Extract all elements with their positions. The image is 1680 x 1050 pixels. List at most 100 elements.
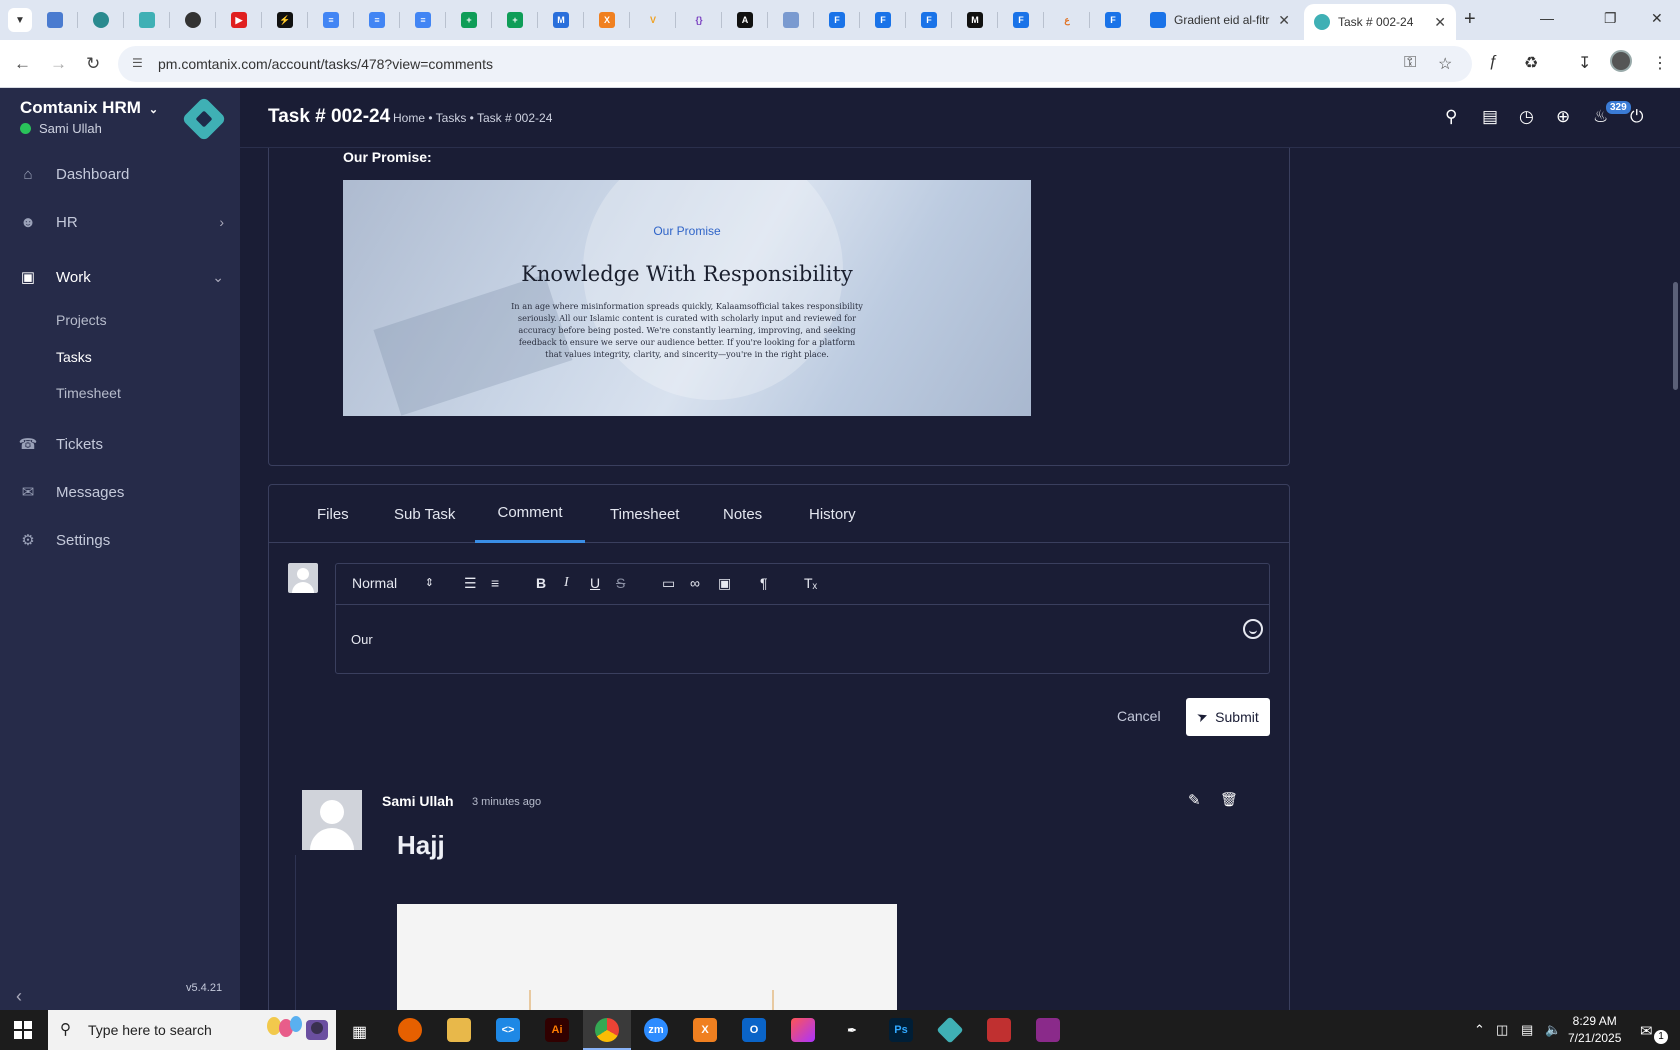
pinned-tab[interactable] — [32, 0, 78, 40]
windows-start-icon[interactable] — [14, 1021, 32, 1039]
pinned-tab[interactable] — [170, 0, 216, 40]
tab-search-button[interactable]: ▼ — [8, 8, 32, 32]
pinned-tab[interactable]: V — [630, 0, 676, 40]
close-window-icon[interactable]: ✕ — [1651, 10, 1663, 27]
pinned-tab[interactable]: X — [584, 0, 630, 40]
vscode-icon[interactable]: <> — [496, 1018, 520, 1042]
blockquote-icon[interactable]: ▭ — [662, 575, 675, 592]
cancel-button[interactable]: Cancel — [1117, 708, 1161, 724]
kebab-menu-icon[interactable]: ⋮ — [1652, 53, 1668, 73]
task-view-icon[interactable]: ▦ — [352, 1022, 367, 1042]
star-icon[interactable]: ☆ — [1438, 54, 1452, 74]
new-tab-icon[interactable]: + — [1464, 8, 1476, 31]
pinned-tab[interactable]: F — [906, 0, 952, 40]
pinned-tab[interactable] — [768, 0, 814, 40]
network-icon[interactable]: ▤ — [1521, 1022, 1533, 1038]
zoom-icon[interactable]: zm — [644, 1018, 668, 1042]
url-input[interactable]: ☰ pm.comtanix.com/account/tasks/478?view… — [118, 46, 1472, 82]
tab-sub-task[interactable]: Sub Task — [394, 485, 455, 543]
browser-tab-active[interactable]: Task # 002-24 ✕ — [1304, 4, 1456, 40]
pinned-tab[interactable]: ▶ — [216, 0, 262, 40]
sidebar-item-tickets[interactable]: ☎ Tickets — [0, 424, 240, 464]
photoshop-icon[interactable]: Ps — [889, 1018, 913, 1042]
pinned-tab[interactable]: {} — [676, 0, 722, 40]
illustrator-icon[interactable]: Ai — [545, 1018, 569, 1042]
edit-icon[interactable]: ✎ — [1188, 791, 1201, 809]
pinned-tab[interactable]: F — [998, 0, 1044, 40]
pinned-tab[interactable]: M — [538, 0, 584, 40]
sticky-note-icon[interactable]: ▤ — [1482, 107, 1498, 127]
forward-icon[interactable]: → — [50, 54, 67, 74]
trash-icon[interactable]: 🗑 — [1220, 791, 1238, 808]
sidebar-subitem-timesheet[interactable]: Timesheet — [56, 385, 121, 401]
close-icon[interactable]: ✕ — [1434, 14, 1446, 31]
file-explorer-icon[interactable] — [447, 1018, 471, 1042]
emoji-icon[interactable] — [1243, 619, 1263, 639]
pinned-tab[interactable] — [78, 0, 124, 40]
page-scrollbar[interactable] — [1671, 148, 1680, 1010]
pinned-tab[interactable]: M — [952, 0, 998, 40]
winrar-icon[interactable] — [1036, 1018, 1060, 1042]
restore-icon[interactable]: ❐ — [1604, 10, 1617, 27]
comment-input[interactable]: Our — [351, 632, 373, 647]
sidebar-item-work[interactable]: ▣ Work ⌄ — [0, 257, 240, 297]
text-direction-icon[interactable]: ¶ — [760, 575, 768, 591]
clock-icon[interactable]: ◷ — [1519, 107, 1534, 127]
sidebar-item-hr[interactable]: ☻ HR › — [0, 202, 240, 242]
pinned-tab[interactable]: + — [446, 0, 492, 40]
sidebar-item-messages[interactable]: ✉ Messages — [0, 472, 240, 512]
strikethrough-icon[interactable]: S — [616, 575, 625, 591]
extensions-icon[interactable]: ♻ — [1524, 53, 1538, 73]
brand-switcher[interactable]: Comtanix HRM ⌄ — [20, 98, 158, 118]
outlook-icon[interactable]: O — [742, 1018, 766, 1042]
link-icon[interactable]: ∞ — [690, 575, 700, 591]
pinned-tab[interactable]: + — [492, 0, 538, 40]
tab-timesheet[interactable]: Timesheet — [610, 485, 679, 543]
bullet-list-icon[interactable]: ≡ — [491, 575, 499, 591]
xampp-icon[interactable]: X — [693, 1018, 717, 1042]
clear-format-icon[interactable]: Tₓ — [804, 575, 817, 591]
browser-tab[interactable]: Gradient eid al-fitr ✕ — [1140, 0, 1300, 40]
power-icon[interactable]: ⏻ — [1630, 107, 1643, 127]
extension-fx-icon[interactable]: ƒ — [1489, 53, 1498, 71]
pinned-tab[interactable]: ≡ — [400, 0, 446, 40]
pinned-tab[interactable]: F — [860, 0, 906, 40]
taskbar-search-input[interactable]: ⚲ Type here to search — [48, 1010, 336, 1050]
pinned-tab[interactable]: F — [1090, 0, 1136, 40]
system-clock[interactable]: 8:29 AM 7/21/2025 — [1568, 1013, 1621, 1047]
chrome-icon[interactable] — [595, 1018, 619, 1042]
tab-history[interactable]: History — [809, 485, 856, 543]
volume-icon[interactable]: 🔈 — [1545, 1022, 1561, 1038]
minimize-icon[interactable]: — — [1540, 10, 1554, 26]
firefox-icon[interactable] — [398, 1018, 422, 1042]
reload-icon[interactable]: ↻ — [86, 54, 100, 74]
tab-files[interactable]: Files — [317, 485, 349, 543]
comtanix-app-icon[interactable] — [936, 1016, 964, 1044]
underline-icon[interactable]: U — [590, 575, 600, 591]
site-info-icon[interactable]: ☰ — [132, 56, 143, 70]
back-icon[interactable]: ← — [14, 54, 31, 74]
submit-button[interactable]: ➤ Submit — [1186, 698, 1270, 736]
pinned-tab[interactable]: ≡ — [354, 0, 400, 40]
creative-cloud-icon[interactable] — [791, 1018, 815, 1042]
tab-comment[interactable]: Comment — [475, 485, 585, 543]
pinned-tab[interactable]: ≡ — [308, 0, 354, 40]
download-icon[interactable]: ↧ — [1578, 53, 1591, 73]
format-select[interactable]: Normal ⇕ — [352, 575, 434, 591]
key-icon[interactable]: ⚿ — [1404, 54, 1416, 72]
profile-avatar[interactable] — [1610, 50, 1632, 72]
breadcrumb[interactable]: Home • Tasks • Task # 002-24 — [393, 111, 552, 125]
pinned-tab[interactable]: ⚡ — [262, 0, 308, 40]
bold-icon[interactable]: B — [536, 575, 546, 591]
pinned-tab[interactable]: ع — [1044, 0, 1090, 40]
italic-icon[interactable]: I — [564, 575, 569, 591]
sidebar-subitem-tasks[interactable]: Tasks — [56, 349, 92, 365]
tab-notes[interactable]: Notes — [723, 485, 762, 543]
screen-icon[interactable]: ◫ — [1496, 1022, 1508, 1038]
image-icon[interactable]: ▣ — [718, 575, 731, 592]
sidebar-subitem-projects[interactable]: Projects — [56, 312, 107, 328]
pinned-tab[interactable]: A — [722, 0, 768, 40]
chevron-up-icon[interactable]: ⌃ — [1474, 1022, 1485, 1038]
notification-center-icon[interactable]: ✉ — [1640, 1022, 1653, 1040]
pen-tool-icon[interactable]: ✒ — [840, 1018, 864, 1042]
